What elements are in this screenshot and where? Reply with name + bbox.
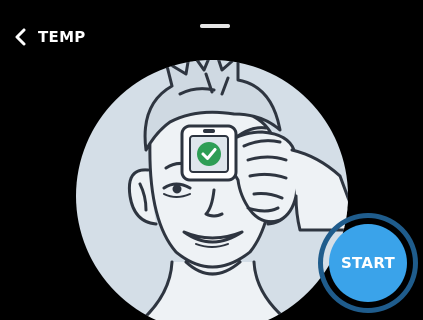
temp-screen: TEMP START bbox=[0, 0, 423, 320]
start-button[interactable]: START bbox=[329, 224, 407, 302]
start-button-ring: START bbox=[318, 213, 418, 313]
check-circle-icon bbox=[197, 142, 221, 166]
